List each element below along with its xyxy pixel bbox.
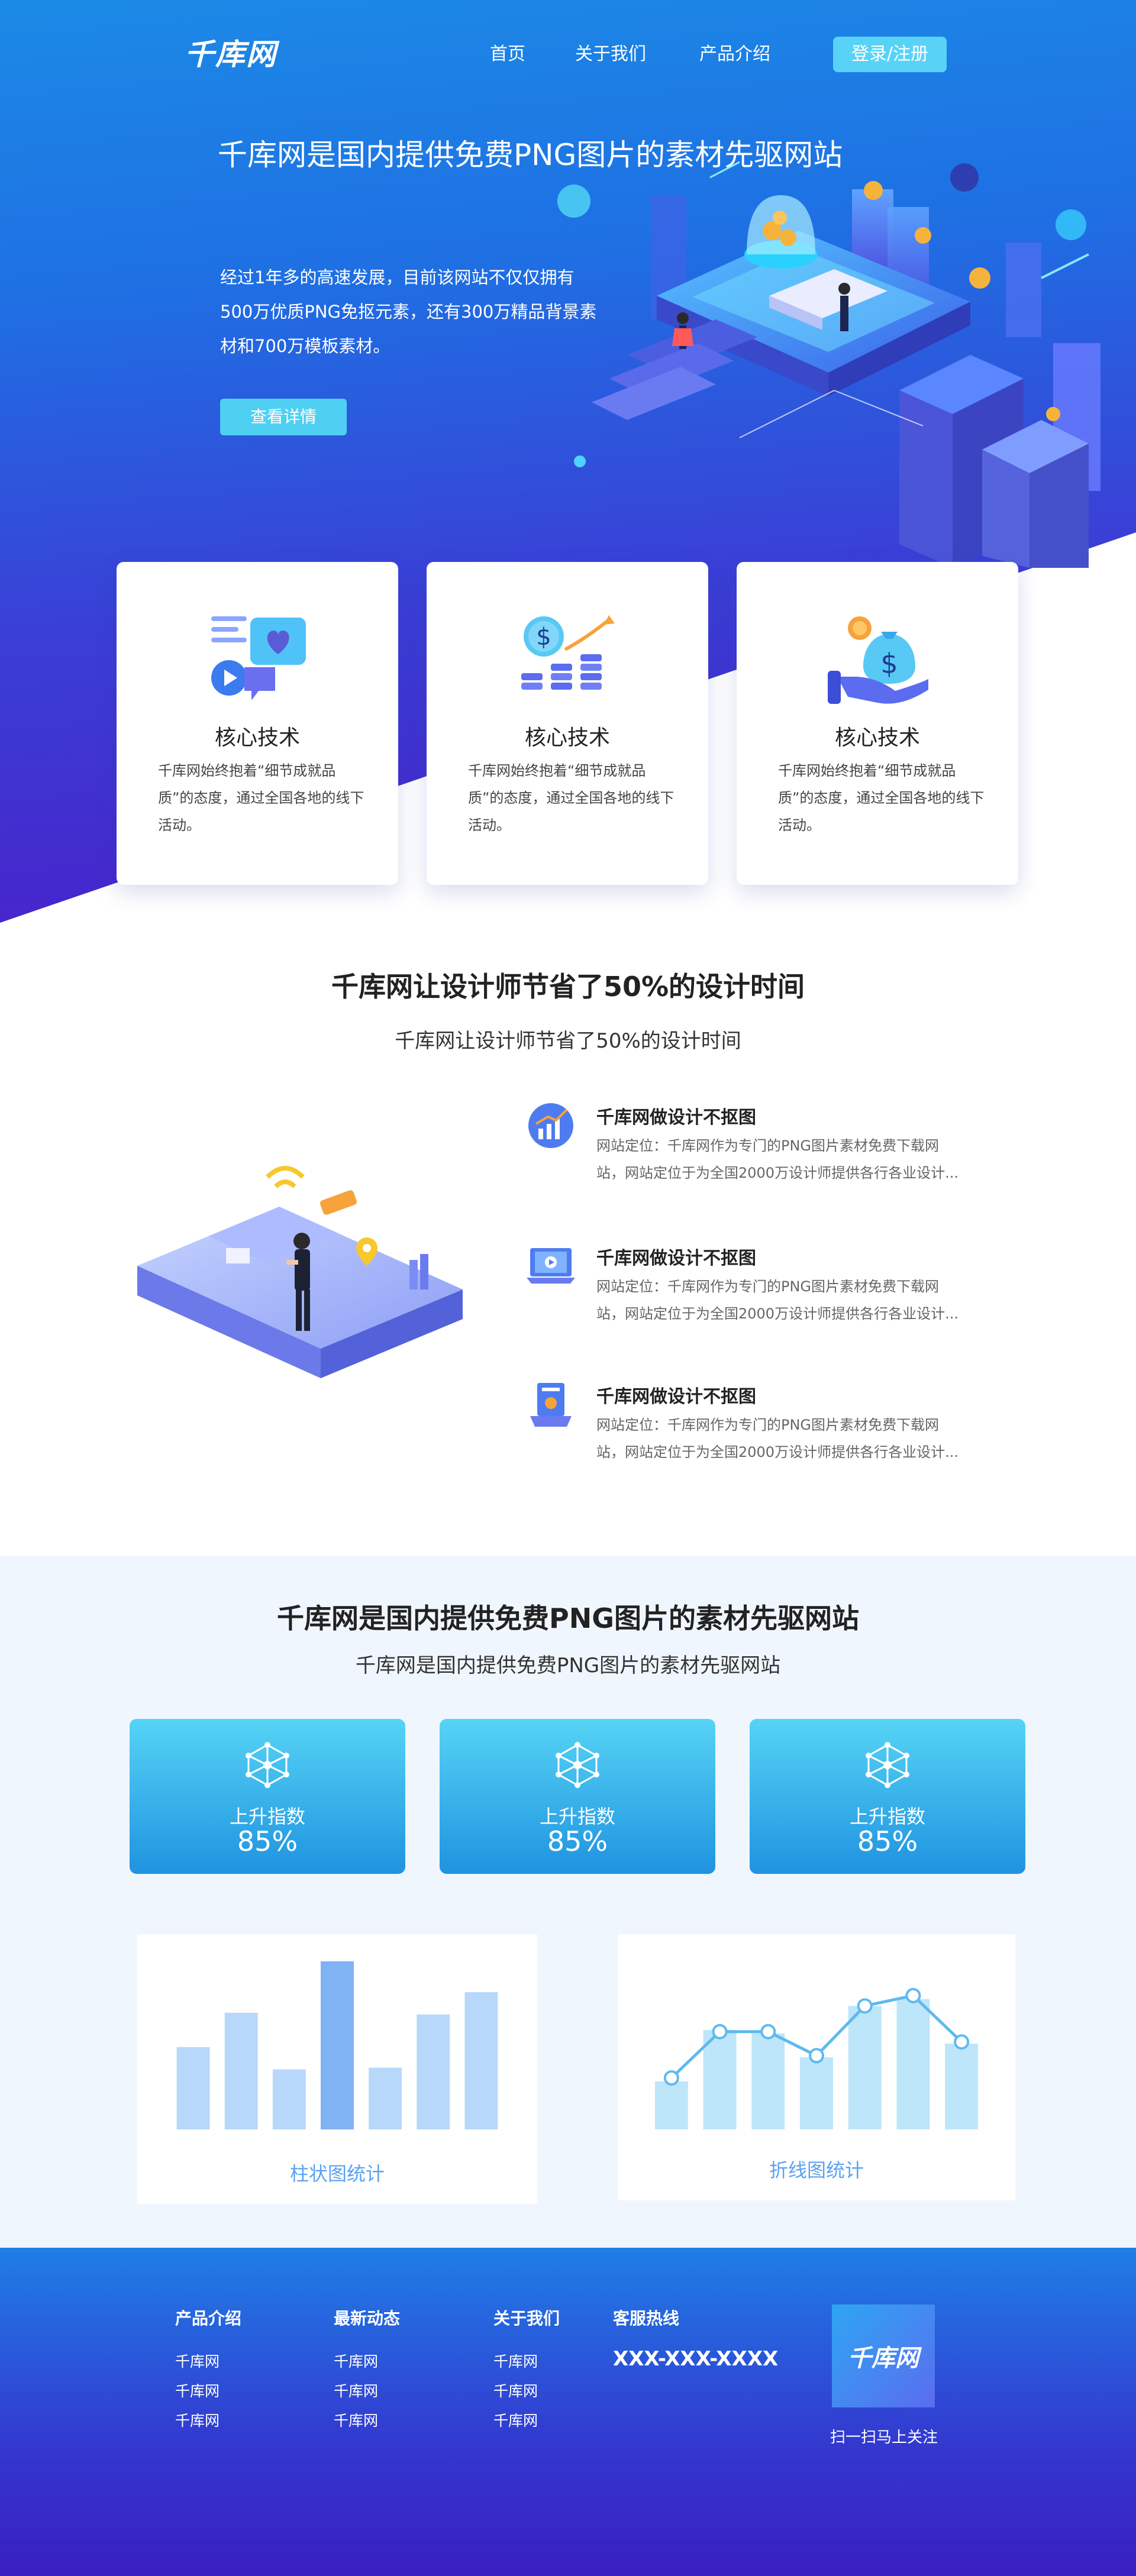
bar xyxy=(896,1999,930,2129)
data-point xyxy=(809,2048,824,2064)
section-title: 千库网让设计师节省了50%的设计时间 xyxy=(331,971,805,1003)
view-details-button[interactable]: 查看详情 xyxy=(220,399,347,435)
logo[interactable]: 千库网 xyxy=(185,37,277,72)
footer-column-title: 关于我们 xyxy=(493,2309,560,2328)
footer-link[interactable]: 千库网 xyxy=(175,2406,241,2436)
coin-growth-icon: $ xyxy=(521,615,615,690)
data-point xyxy=(857,1998,873,2014)
hotline-title: 客服热线 xyxy=(613,2309,680,2328)
stat-value: 85% xyxy=(237,1825,298,1857)
bar-chart-card: 柱状图统计 xyxy=(137,1934,537,2204)
feature-card[interactable]: $ 核心技术 千库网始终抱着“细节成就品质”的态度，通过全国各地的线下活动。 xyxy=(737,562,1018,885)
login-register-button[interactable]: 登录/注册 xyxy=(833,37,947,72)
hotline-number: XXX-XXX-XXXX xyxy=(613,2347,779,2371)
card-title: 核心技术 xyxy=(834,726,920,750)
chart-icon xyxy=(528,1103,573,1148)
bar xyxy=(703,2029,737,2129)
svg-text:$: $ xyxy=(880,648,898,680)
bar xyxy=(464,1992,498,2129)
design-time-section: 千库网让设计师节省了50%的设计时间 千库网让设计师节省了50%的设计时间 千库… xyxy=(0,923,1136,1556)
data-point xyxy=(954,2034,970,2050)
card-text: 千库网始终抱着“细节成就品质”的态度，通过全国各地的线下活动。 xyxy=(778,762,985,833)
feature-cards: 核心技术 千库网始终抱着“细节成就品质”的态度，通过全国各地的线下活动。 $ 核… xyxy=(0,562,1136,887)
footer-link[interactable]: 千库网 xyxy=(493,2347,560,2377)
bar xyxy=(224,2012,258,2129)
bar xyxy=(176,2047,210,2129)
nav-link-about[interactable]: 关于我们 xyxy=(575,37,646,72)
card-text: 千库网始终抱着“细节成就品质”的态度，通过全国各地的线下活动。 xyxy=(468,762,674,833)
feature-item[interactable]: 千库网做设计不抠图 网站定位：千库网作为专门的PNG图片素材免费下载网站，网站定… xyxy=(525,1241,975,1371)
stats-section: 千库网是国内提供免费PNG图片的素材先驱网站 千库网是国内提供免费PNG图片的素… xyxy=(0,1556,1136,2248)
hero-description: 经过1年多的高速发展，目前该网站不仅仅拥有500万优质PNG免抠元素，还有300… xyxy=(220,267,597,356)
qr-caption: 扫一扫马上关注 xyxy=(830,2429,938,2446)
feature-card[interactable]: $ 核心技术 千库网始终抱着“细节成就品质”的态度，通过全国各地的线下活动。 xyxy=(427,562,708,885)
footer-column-about: 关于我们 千库网 千库网 千库网 xyxy=(493,2306,560,2436)
feature-card[interactable]: 核心技术 千库网始终抱着“细节成就品质”的态度，通过全国各地的线下活动。 xyxy=(117,562,398,885)
data-point xyxy=(663,2070,679,2086)
footer-link[interactable]: 千库网 xyxy=(334,2406,400,2436)
bar xyxy=(272,2069,306,2129)
bar xyxy=(369,2067,402,2129)
feature-item[interactable]: 千库网做设计不抠图 网站定位：千库网作为专门的PNG图片素材免费下载网站，网站定… xyxy=(525,1379,975,1510)
qr-code-logo[interactable]: 千库网 xyxy=(832,2304,935,2407)
network-icon xyxy=(866,1742,909,1788)
hero-isometric-illustration xyxy=(557,161,1100,568)
stat-card[interactable]: 上升指数 85% xyxy=(440,1719,715,1874)
footer: 产品介绍 千库网 千库网 千库网 最新动态 千库网 千库网 千库网 关于我们 千… xyxy=(0,2248,1136,2576)
footer-column-title: 产品介绍 xyxy=(175,2309,242,2328)
network-icon xyxy=(246,1742,289,1788)
stat-card[interactable]: 上升指数 85% xyxy=(750,1719,1025,1874)
footer-link[interactable]: 千库网 xyxy=(175,2347,241,2377)
line-chart-caption: 折线图统计 xyxy=(769,2159,864,2181)
bar xyxy=(800,2057,833,2129)
hero-section: 千库网 首页 关于我们 产品介绍 登录/注册 千库网是国内提供免费PNG图片的素… xyxy=(0,0,1136,923)
footer-link[interactable]: 千库网 xyxy=(493,2377,560,2406)
footer-link[interactable]: 千库网 xyxy=(334,2377,400,2406)
top-nav: 千库网 首页 关于我们 产品介绍 登录/注册 xyxy=(0,37,1136,72)
feature-text: 网站定位：千库网作为专门的PNG图片素材免费下载网站，网站定位于为全国2000万… xyxy=(596,1417,958,1460)
feature-item[interactable]: 千库网做设计不抠图 网站定位：千库网作为专门的PNG图片素材免费下载网站，网站定… xyxy=(525,1100,975,1230)
stat-value: 85% xyxy=(547,1825,608,1857)
svg-text:$: $ xyxy=(536,623,551,651)
section-subtitle: 千库网让设计师节省了50%的设计时间 xyxy=(395,1029,741,1053)
footer-link[interactable]: 千库网 xyxy=(493,2406,560,2436)
document-icon xyxy=(530,1383,572,1427)
feature-text: 网站定位：千库网作为专门的PNG图片素材免费下载网站，网站定位于为全国2000万… xyxy=(596,1137,958,1181)
footer-link[interactable]: 千库网 xyxy=(334,2347,400,2377)
feature-title: 千库网做设计不抠图 xyxy=(596,1386,756,1407)
data-point xyxy=(905,1987,921,2003)
laptop-icon xyxy=(527,1248,575,1284)
bar xyxy=(321,1961,354,2129)
nav-link-home[interactable]: 首页 xyxy=(490,37,525,72)
card-title: 核心技术 xyxy=(524,726,610,750)
feature-title: 千库网做设计不抠图 xyxy=(596,1107,756,1128)
nav-link-products[interactable]: 产品介绍 xyxy=(699,37,770,72)
section-title: 千库网是国内提供免费PNG图片的素材先驱网站 xyxy=(277,1602,859,1634)
stat-value: 85% xyxy=(857,1825,918,1857)
footer-column-news: 最新动态 千库网 千库网 千库网 xyxy=(334,2306,400,2436)
bar xyxy=(945,2044,979,2129)
chat-heart-icon xyxy=(211,616,306,700)
footer-link[interactable]: 千库网 xyxy=(175,2377,241,2406)
bar xyxy=(654,2081,688,2129)
bar xyxy=(417,2014,450,2129)
data-point xyxy=(712,2024,728,2040)
footer-column-title: 最新动态 xyxy=(334,2309,401,2328)
feature-text: 网站定位：千库网作为专门的PNG图片素材免费下载网站，网站定位于为全国2000万… xyxy=(596,1278,958,1322)
network-icon xyxy=(556,1742,599,1788)
feature-title: 千库网做设计不抠图 xyxy=(596,1248,756,1269)
section-subtitle: 千库网是国内提供免费PNG图片的素材先驱网站 xyxy=(355,1654,781,1678)
card-title: 核心技术 xyxy=(214,726,300,750)
card-text: 千库网始终抱着“细节成就品质”的态度，通过全国各地的线下活动。 xyxy=(158,762,364,833)
footer-column-products: 产品介绍 千库网 千库网 千库网 xyxy=(175,2306,241,2436)
money-hand-icon: $ xyxy=(828,616,928,704)
line-chart-card: 折线图统计 xyxy=(618,1934,1015,2200)
bar-chart-caption: 柱状图统计 xyxy=(289,2163,385,2185)
isometric-desk-illustration xyxy=(137,1166,463,1378)
bar xyxy=(751,2033,785,2129)
bar xyxy=(848,2006,882,2129)
stat-card[interactable]: 上升指数 85% xyxy=(130,1719,405,1874)
data-point xyxy=(760,2024,776,2040)
footer-hotline: 客服热线 XXX-XXX-XXXX xyxy=(613,2306,778,2371)
